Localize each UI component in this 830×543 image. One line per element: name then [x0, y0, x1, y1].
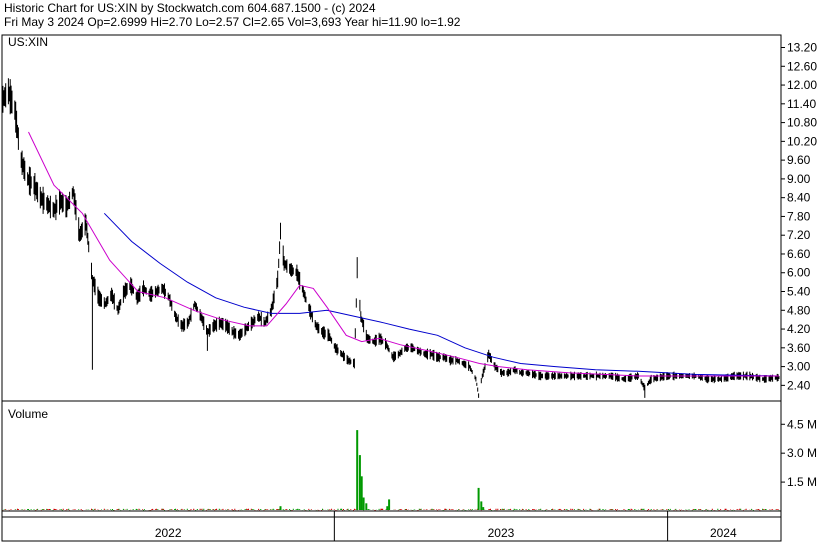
price-tick-label: 4.80: [787, 303, 811, 317]
volume-series: [1, 430, 780, 511]
moving-average-lines: [28, 131, 780, 377]
ticker-label: US:XIN: [8, 35, 48, 49]
long-moving-average-line: [103, 212, 780, 377]
price-tick-label: 8.40: [787, 191, 811, 205]
price-tick-label: 4.20: [787, 322, 811, 336]
volume-label: Volume: [8, 407, 48, 421]
volume-spike-bar: [360, 476, 363, 510]
price-tick-label: 12.60: [787, 59, 817, 73]
volume-tick-label: 4.5 M: [787, 417, 817, 431]
price-tick-label: 7.20: [787, 228, 811, 242]
date-strip-border: [1, 510, 782, 542]
volume-spike-bar: [477, 487, 480, 510]
volume-spike-bar: [279, 506, 282, 510]
volume-spike-bar: [386, 506, 389, 510]
price-tick-label: 3.60: [787, 341, 811, 355]
volume-spike-bar: [388, 499, 391, 510]
volume-spike-bar: [362, 497, 365, 510]
axis-labels: 13.20 12.60 12.00 11.40 10.80 10.20 9.60 9.00 8.…: [155, 41, 818, 540]
volume-spike-bar: [482, 507, 485, 510]
price-tick-label: 9.00: [787, 172, 811, 186]
volume-tick-label: 1.5 M: [787, 475, 817, 489]
price-tick-label: 6.60: [787, 247, 811, 261]
price-bars: [1, 78, 780, 398]
volume-spike-bar: [356, 430, 359, 510]
price-tick-label: 3.00: [787, 360, 811, 374]
year-label: 2023: [488, 526, 515, 540]
volume-spike-bar: [365, 503, 368, 510]
price-tick-label: 10.20: [787, 134, 817, 148]
price-tick-label: 7.80: [787, 209, 811, 223]
price-tick-label: 13.20: [787, 41, 817, 55]
price-gridlines: [781, 47, 785, 483]
price-panel-border: [1, 34, 782, 402]
volume-panel-border: [1, 400, 782, 512]
year-label: 2022: [155, 526, 182, 540]
price-series: [1, 78, 780, 398]
price-tick-label: 11.40: [787, 97, 816, 111]
price-tick-label: 5.40: [787, 285, 811, 299]
year-label: 2024: [710, 526, 737, 540]
volume-tick-label: 3.0 M: [787, 446, 817, 460]
price-tick-label: 2.40: [787, 378, 811, 392]
price-tick-label: 9.60: [787, 153, 811, 167]
chart-frame: [1, 34, 782, 542]
price-tick-label: 6.00: [787, 266, 811, 280]
price-tick-label: 10.80: [787, 116, 817, 130]
price-tick-label: 12.00: [787, 78, 817, 92]
stock-chart: 13.20 12.60 12.00 11.40 10.80 10.20 9.60 9.00 8.…: [1, 34, 818, 542]
volume-spike-bar: [358, 455, 361, 510]
volume-spike-bar: [480, 501, 483, 510]
short-moving-average-line: [28, 131, 779, 377]
